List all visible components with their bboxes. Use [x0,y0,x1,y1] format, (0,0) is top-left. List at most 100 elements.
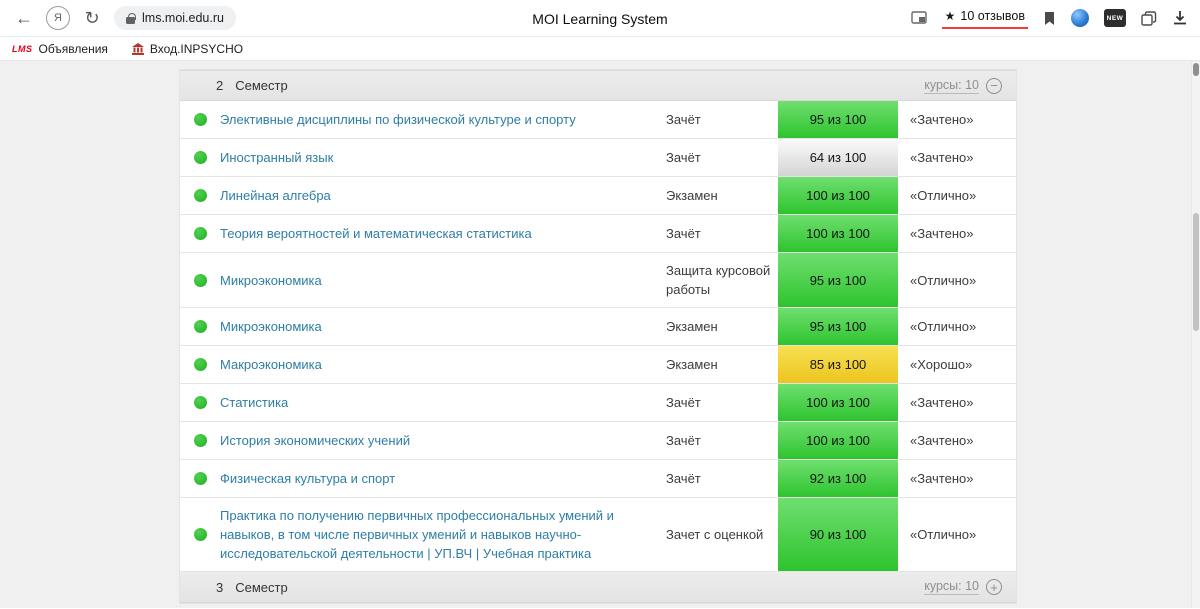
scrollbar-top-mark[interactable] [1193,63,1199,76]
course-row: Линейная алгебра Экзамен 100 из 100 «Отл… [180,177,1016,215]
score-cell: 95 из 100 [778,101,898,138]
refresh-icon[interactable]: ↻ [78,8,106,29]
score-cell: 90 из 100 [778,498,898,571]
status-dot-icon [194,434,207,447]
score-cell: 100 из 100 [778,384,898,421]
url-text: lms.moi.edu.ru [142,11,224,25]
grade-text: «Отлично» [898,253,1016,307]
status-cell [180,460,220,497]
course-link[interactable]: Макроэкономика [220,355,322,374]
semester-label: Семестр [235,78,287,93]
grades-table: 2 Семестр курсы: 10 − Элективные дисципл… [180,70,1016,603]
course-name-cell: История экономических учений [220,422,666,459]
grade-text: «Зачтено» [898,422,1016,459]
course-row: Практика по получению первичных професси… [180,498,1016,572]
tab-preview-icon[interactable] [911,11,927,25]
assessment-type: Зачёт [666,384,778,421]
back-icon[interactable]: ← [10,8,38,29]
grade-text: «Зачтено» [898,460,1016,497]
downloads-icon[interactable] [1172,10,1188,26]
course-row: Физическая культура и спорт Зачёт 92 из … [180,460,1016,498]
score-text: 95 из 100 [810,319,867,334]
assessment-type: Зачёт [666,139,778,176]
assessment-type: Зачёт [666,215,778,252]
course-link[interactable]: Статистика [220,393,288,412]
assessment-type: Защита курсовой работы [666,253,778,307]
bookmark-item-inpsycho[interactable]: Вход.INPSYCHO [132,42,243,56]
score-text: 95 из 100 [810,112,867,127]
semester-label: Семестр [235,580,287,595]
scrollbar-thumb[interactable] [1193,213,1199,331]
course-name-cell: Иностранный язык [220,139,666,176]
course-link[interactable]: Микроэкономика [220,271,322,290]
score-text: 100 из 100 [806,226,870,241]
score-text: 90 из 100 [810,527,867,542]
course-name-cell: Статистика [220,384,666,421]
score-cell: 100 из 100 [778,422,898,459]
grade-text: «Зачтено» [898,101,1016,138]
semester-footer: 3 Семестр курсы: 10 + [180,572,1016,603]
course-link[interactable]: Линейная алгебра [220,186,331,205]
globe-icon[interactable] [1071,9,1089,27]
toolbar-right-cluster: ★ 10 отзывов NEW [911,0,1200,36]
courses-count-link[interactable]: курсы: 10 [924,579,979,595]
score-cell: 92 из 100 [778,460,898,497]
course-link[interactable]: История экономических учений [220,431,410,450]
course-name-cell: Линейная алгебра [220,177,666,214]
score-text: 92 из 100 [810,471,867,486]
status-cell [180,215,220,252]
course-name-cell: Теория вероятностей и математическая ста… [220,215,666,252]
course-link[interactable]: Микроэкономика [220,317,322,336]
status-cell [180,498,220,571]
status-dot-icon [194,472,207,485]
score-text: 100 из 100 [806,395,870,410]
course-link[interactable]: Практика по получению первичных професси… [220,506,650,563]
course-name-cell: Микроэкономика [220,308,666,345]
course-rows: Элективные дисциплины по физической куль… [180,101,1016,572]
grade-text: «Отлично» [898,308,1016,345]
grade-text: «Хорошо» [898,346,1016,383]
bookmark-item-announcements[interactable]: LMS Объявления [12,42,108,56]
lms-logo-icon: LMS [12,44,33,54]
lock-icon [126,17,135,24]
lms-page: 2 Семестр курсы: 10 − Элективные дисципл… [0,61,1200,608]
bookmark-icon[interactable] [1043,11,1056,26]
assessment-type: Зачет с оценкой [666,498,778,571]
semester-number: 3 [216,580,223,595]
yandex-browser-icon[interactable]: Я [46,6,70,30]
status-dot-icon [194,151,207,164]
collapse-icon[interactable]: − [986,78,1002,94]
scrollbar-track[interactable] [1191,61,1200,608]
course-link[interactable]: Физическая культура и спорт [220,469,395,488]
new-badge-icon[interactable]: NEW [1104,9,1126,27]
assessment-type: Экзамен [666,308,778,345]
address-bar[interactable]: lms.moi.edu.ru [114,6,236,30]
copy-icon[interactable] [1141,11,1157,26]
status-cell [180,422,220,459]
grade-text: «Зачтено» [898,215,1016,252]
assessment-type: Зачёт [666,422,778,459]
course-row: История экономических учений Зачёт 100 и… [180,422,1016,460]
score-text: 95 из 100 [810,273,867,288]
course-link[interactable]: Теория вероятностей и математическая ста… [220,224,532,243]
course-name-cell: Элективные дисциплины по физической куль… [220,101,666,138]
bookmark-label: Вход.INPSYCHO [150,42,243,56]
reviews-button[interactable]: ★ 10 отзывов [942,7,1028,29]
score-text: 100 из 100 [806,188,870,203]
course-name-cell: Макроэкономика [220,346,666,383]
course-row: Макроэкономика Экзамен 85 из 100 «Хорошо… [180,346,1016,384]
score-cell: 85 из 100 [778,346,898,383]
bookmark-label: Объявления [39,42,108,56]
expand-icon[interactable]: + [986,579,1002,595]
reviews-label: 10 отзывов [960,9,1025,23]
course-row: Элективные дисциплины по физической куль… [180,101,1016,139]
assessment-type: Экзамен [666,346,778,383]
course-link[interactable]: Иностранный язык [220,148,333,167]
status-dot-icon [194,227,207,240]
course-row: Иностранный язык Зачёт 64 из 100 «Зачтен… [180,139,1016,177]
assessment-type: Экзамен [666,177,778,214]
course-row: Микроэкономика Экзамен 95 из 100 «Отличн… [180,308,1016,346]
courses-count-link[interactable]: курсы: 10 [924,78,979,94]
course-link[interactable]: Элективные дисциплины по физической куль… [220,110,576,129]
status-cell [180,177,220,214]
